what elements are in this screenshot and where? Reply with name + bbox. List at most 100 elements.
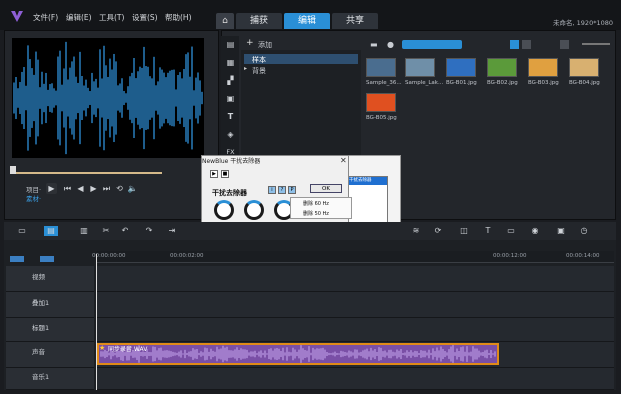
track-row-title[interactable] — [96, 318, 614, 342]
track-row-music[interactable] — [96, 368, 614, 390]
thumb-label: BG-B01.jpg — [446, 80, 477, 86]
thumb-view-button[interactable] — [522, 40, 531, 49]
undo-icon[interactable]: ↶ — [119, 226, 131, 236]
playhead[interactable] — [96, 254, 97, 390]
tab-edit[interactable]: 编辑 — [284, 13, 330, 29]
app-logo-icon — [11, 11, 23, 22]
media-filter-bar[interactable] — [402, 40, 462, 49]
storyboard-view-icon[interactable]: ▭ — [16, 226, 28, 236]
menu-tools[interactable]: 工具(T) — [99, 12, 124, 23]
thumb-sample-36[interactable] — [366, 58, 396, 77]
track-header-voice[interactable] — [6, 342, 94, 368]
thumb-size-slider[interactable] — [582, 43, 610, 45]
scrub-bar[interactable] — [12, 172, 162, 174]
thumb-label: Sample_36... — [366, 80, 402, 86]
timeline-toolbar — [4, 222, 616, 240]
dialog-question-button[interactable]: ? — [278, 186, 286, 194]
end-button[interactable]: ⏭ — [101, 183, 112, 194]
thumb-label: BG-B05.jpg — [366, 115, 397, 121]
track-label-voice: 声音 — [32, 348, 45, 356]
scrub-handle[interactable] — [10, 166, 16, 174]
add-track-button[interactable] — [10, 256, 24, 262]
prev-frame-button[interactable]: ◀ — [75, 183, 86, 194]
tab-capture[interactable]: 捕获 — [236, 13, 282, 29]
dialog-help-button[interactable]: i — [268, 186, 276, 194]
text-icon[interactable]: T — [225, 112, 236, 122]
record-screen-icon[interactable]: ◉ — [529, 226, 541, 236]
dialog-stop-button[interactable]: ■ — [221, 170, 229, 178]
strength-knob[interactable] — [244, 200, 264, 220]
thumb-bg-b04[interactable] — [569, 58, 599, 77]
thumb-label: Sample_Lak... — [405, 80, 444, 86]
thumb-label: BG-B04.jpg — [569, 80, 600, 86]
folder-expand-icon[interactable]: ▸ — [244, 65, 247, 72]
track-row-overlay[interactable] — [96, 292, 614, 318]
tab-share[interactable]: 共享 — [332, 13, 378, 29]
effect-list-selected[interactable]: 干扰去除器 — [347, 177, 387, 185]
subtitle-icon[interactable]: ▭ — [505, 226, 517, 236]
snapshot-icon[interactable]: ▣ — [555, 226, 567, 236]
menu-file[interactable]: 文件(F) — [33, 12, 58, 23]
home-tab[interactable]: ⌂ — [216, 13, 234, 29]
volume-icon[interactable]: 🔈 — [127, 183, 138, 194]
menu-settings[interactable]: 设置(S) — [132, 12, 158, 23]
ruler-tick: 00:00:02:00 — [170, 253, 204, 259]
timecode-icon[interactable]: ◷ — [578, 226, 590, 236]
cut-icon[interactable]: ✂ — [100, 226, 112, 236]
thumb-bg-b05[interactable] — [366, 93, 396, 112]
home-button[interactable]: ⏮ — [62, 183, 73, 194]
add-folder-label[interactable]: 添加 — [258, 40, 272, 50]
next-frame-button[interactable]: ▶ — [88, 183, 99, 194]
motion-icon[interactable]: ⟳ — [432, 226, 444, 236]
repeat-button[interactable]: ⟲ — [114, 183, 125, 194]
preview-screen — [12, 38, 204, 158]
transition-icon[interactable]: ▞ — [225, 76, 236, 86]
close-icon[interactable]: ✕ — [340, 156, 347, 165]
thumb-bg-b02[interactable] — [487, 58, 517, 77]
track-label-video: 视频 — [32, 273, 45, 281]
record-icon[interactable]: ● — [387, 40, 394, 49]
sort-button[interactable] — [560, 40, 569, 49]
timeline-view-icon[interactable]: ▤ — [44, 226, 58, 236]
thumb-sample-lake[interactable] — [405, 58, 435, 77]
thumb-bg-b01[interactable] — [446, 58, 476, 77]
popup-remove-50hz[interactable]: 删除 50 Hz — [303, 210, 329, 217]
mask-icon[interactable]: ◫ — [458, 226, 470, 236]
popup-remove-60hz[interactable]: 删除 60 Hz — [303, 200, 329, 207]
ok-button[interactable]: OK — [310, 184, 342, 193]
dialog-preset-button[interactable]: P — [288, 186, 296, 194]
clip-label[interactable]: 素材· — [26, 193, 41, 203]
play-button[interactable]: ▶ — [46, 183, 57, 194]
folder-samples[interactable]: 样本 — [252, 55, 266, 65]
menu-help[interactable]: 帮助(H) — [165, 12, 192, 23]
thumb-bg-b03[interactable] — [528, 58, 558, 77]
track-header-title[interactable] — [6, 318, 94, 342]
thumb-label: BG-B02.jpg — [487, 80, 518, 86]
frequency-knob[interactable] — [214, 200, 234, 220]
fit-icon[interactable]: ⇥ — [166, 226, 178, 236]
dialog-play-button[interactable]: ▶ — [210, 170, 218, 178]
track-header-overlay[interactable] — [6, 292, 94, 318]
list-view-button[interactable] — [510, 40, 519, 49]
ripple-edit-button[interactable] — [40, 256, 54, 262]
instant-project-icon[interactable]: ▦ — [225, 58, 236, 68]
title-tool-icon[interactable]: T — [482, 226, 494, 236]
title-icon[interactable]: ▣ — [225, 94, 236, 104]
track-label-title: 标题1 — [32, 324, 50, 332]
media-icon[interactable]: ▤ — [225, 40, 236, 50]
track-header-video[interactable] — [6, 266, 94, 292]
mixer-icon[interactable]: ≋ — [410, 226, 422, 236]
add-icon[interactable]: + — [246, 38, 254, 48]
import-icon[interactable]: ▬ — [370, 40, 378, 49]
track-manager-icon[interactable]: ▥ — [78, 226, 90, 236]
folder-backgrounds[interactable]: 背景 — [252, 66, 266, 76]
thumb-label: BG-B03.jpg — [528, 80, 559, 86]
star-icon: ★ — [99, 344, 106, 352]
track-row-video[interactable] — [96, 266, 614, 292]
audio-clip[interactable] — [97, 343, 499, 365]
redo-icon[interactable]: ↷ — [143, 226, 155, 236]
track-header-music[interactable] — [6, 368, 94, 390]
menu-edit[interactable]: 编辑(E) — [66, 12, 92, 23]
graphics-icon[interactable]: ◈ — [225, 130, 236, 140]
audio-clip-name: 同步录音.WAV — [108, 346, 148, 353]
